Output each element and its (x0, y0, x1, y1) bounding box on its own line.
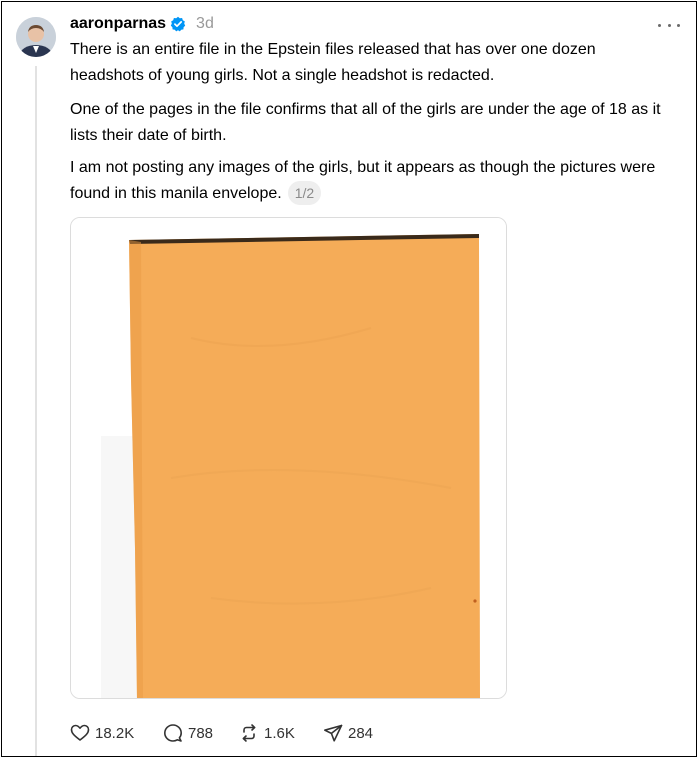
share-count: 284 (348, 724, 374, 742)
post-paragraph-3: I am not posting any images of the girls… (70, 155, 670, 207)
post-header: aaronparnas 3d (70, 13, 214, 35)
post-paragraph-2: One of the pages in the file confirms th… (70, 101, 661, 144)
avatar-photo (16, 17, 56, 57)
reply-button[interactable]: 788 (163, 723, 239, 743)
share-button[interactable]: 284 (323, 723, 373, 743)
post-paragraph-3-text: I am not posting any images of the girls… (70, 159, 656, 202)
heart-icon (70, 724, 90, 741)
thread-line (35, 66, 37, 756)
media-image[interactable] (70, 217, 507, 699)
username[interactable]: aaronparnas (70, 15, 166, 33)
verified-badge-icon (170, 16, 186, 32)
repost-count: 1.6K (264, 724, 295, 742)
action-bar: 18.2K 788 1.6K 284 (70, 722, 373, 744)
like-count: 18.2K (95, 724, 135, 742)
comment-icon (164, 724, 182, 742)
repost-button[interactable]: 1.6K (239, 723, 323, 743)
repost-icon (242, 724, 256, 742)
manila-envelope-image (71, 218, 506, 698)
reply-count: 788 (188, 724, 214, 742)
avatar[interactable] (16, 17, 56, 57)
post-paragraph-1: There is an entire file in the Epstein f… (70, 41, 596, 84)
post-timestamp[interactable]: 3d (196, 15, 214, 33)
send-icon (324, 724, 343, 742)
more-dots-icon[interactable] (658, 18, 680, 32)
page-indicator-badge: 1/2 (287, 181, 322, 205)
like-button[interactable]: 18.2K (70, 723, 163, 743)
